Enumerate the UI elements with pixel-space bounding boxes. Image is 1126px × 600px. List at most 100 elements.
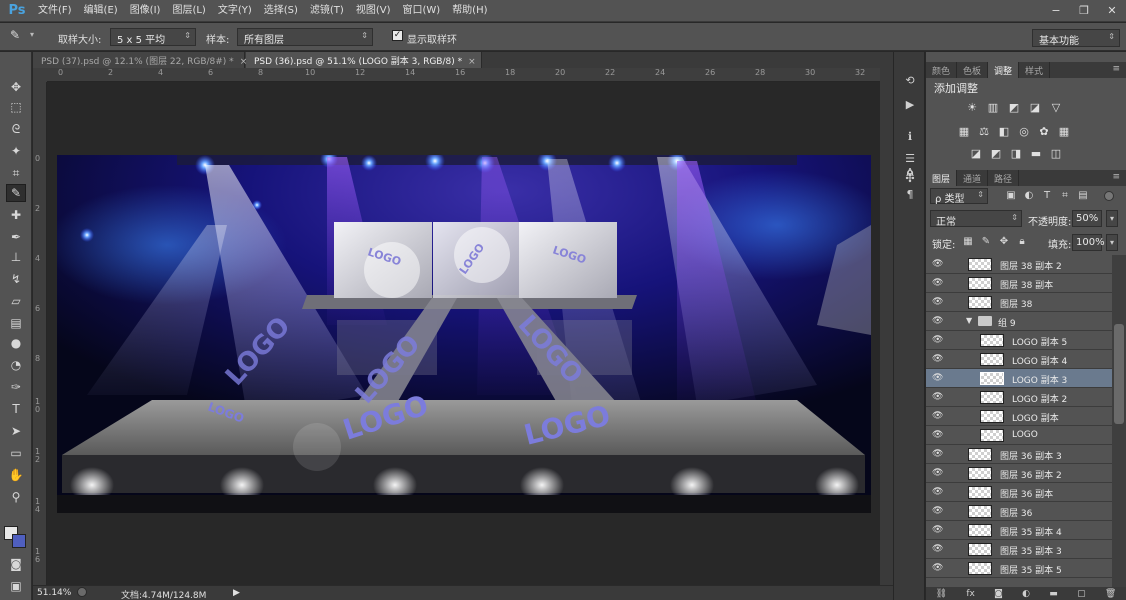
- brightness-icon[interactable]: ☀: [964, 100, 980, 114]
- tab-styles[interactable]: 样式: [1019, 62, 1051, 78]
- menu-window[interactable]: 窗口(W): [396, 0, 446, 22]
- photo-filter-icon[interactable]: ◎: [1016, 124, 1032, 138]
- tab-swatches[interactable]: 色板: [957, 62, 989, 78]
- filter-adjustment-icon[interactable]: ◐: [1022, 190, 1036, 202]
- layer-group-row[interactable]: 👁︎ ▼ 组 9: [926, 312, 1112, 331]
- marquee-tool-icon[interactable]: ⬚: [6, 98, 26, 116]
- background-color-swatch[interactable]: [12, 534, 26, 548]
- tab-adjustments[interactable]: 调整: [988, 62, 1020, 78]
- layer-row[interactable]: 👁︎ 图层 35 副本 5: [926, 559, 1112, 578]
- visibility-eye-icon[interactable]: 👁︎: [932, 564, 944, 573]
- panel-menu-icon[interactable]: ≡: [1106, 62, 1126, 78]
- selective-color-icon[interactable]: ◫: [1048, 146, 1064, 160]
- menu-edit[interactable]: 编辑(E): [78, 0, 124, 22]
- pen-tool-icon[interactable]: ✑: [6, 378, 26, 396]
- stage-design-image[interactable]: LOGO LOGO LOGO LOGO LOGO LOGO LOGO LOGO …: [57, 155, 871, 513]
- lock-transparent-icon[interactable]: ▦: [962, 236, 974, 248]
- new-adjustment-icon[interactable]: ◐: [1022, 589, 1030, 599]
- rectangle-tool-icon[interactable]: ▭: [6, 444, 26, 462]
- visibility-eye-icon[interactable]: 👁︎: [932, 393, 944, 402]
- close-window-button[interactable]: ✕: [1098, 2, 1126, 18]
- clone-stamp-tool-icon[interactable]: ⊥: [6, 248, 26, 266]
- exposure-icon[interactable]: ◪: [1027, 100, 1043, 114]
- menu-type[interactable]: 文字(Y): [212, 0, 258, 22]
- invert-icon[interactable]: ◪: [968, 146, 984, 160]
- visibility-eye-icon[interactable]: 👁︎: [932, 298, 944, 307]
- character-icon[interactable]: A: [901, 164, 919, 180]
- vertical-ruler[interactable]: 0 2 4 6 8 1 0 1 2 1 4 1 6: [33, 82, 47, 585]
- workspace-select[interactable]: 基本功能 ⇕: [1032, 29, 1120, 47]
- filter-type-icon[interactable]: T: [1040, 190, 1054, 202]
- blend-mode-select[interactable]: 正常 ⇕: [930, 210, 1022, 228]
- opacity-dropdown-icon[interactable]: ▾: [1106, 210, 1118, 227]
- zoom-tool-icon[interactable]: ⚲: [6, 488, 26, 506]
- layer-row[interactable]: 👁︎ 图层 35 副本 3: [926, 540, 1112, 559]
- lock-position-icon[interactable]: ✥: [998, 236, 1010, 248]
- visibility-eye-icon[interactable]: 👁︎: [932, 431, 944, 440]
- fill-dropdown-icon[interactable]: ▾: [1106, 234, 1118, 251]
- color-balance-icon[interactable]: ⚖: [976, 124, 992, 138]
- visibility-eye-icon[interactable]: 👁︎: [932, 469, 944, 478]
- visibility-eye-icon[interactable]: 👁︎: [932, 279, 944, 288]
- tab-channels[interactable]: 通道: [957, 170, 989, 186]
- layer-row[interactable]: 👁︎ 图层 36: [926, 502, 1112, 521]
- layer-style-icon[interactable]: fx: [966, 589, 975, 599]
- dodge-tool-icon[interactable]: ◔: [6, 356, 26, 374]
- filter-smart-object-icon[interactable]: ▤: [1076, 190, 1090, 202]
- tab-layers[interactable]: 图层: [926, 170, 958, 186]
- healing-brush-tool-icon[interactable]: ✚: [6, 206, 26, 224]
- layer-row[interactable]: 👁︎ LOGO 副本 4: [926, 350, 1112, 369]
- menu-layer[interactable]: 图层(L): [166, 0, 211, 22]
- hand-tool-icon[interactable]: ✋: [6, 466, 26, 484]
- visibility-eye-icon[interactable]: 👁︎: [932, 260, 944, 269]
- sample-size-select[interactable]: 5 x 5 平均 ⇕: [110, 28, 196, 46]
- hue-saturation-icon[interactable]: ▦: [956, 124, 972, 138]
- posterize-icon[interactable]: ◩: [988, 146, 1004, 160]
- link-layers-icon[interactable]: ⛓: [936, 589, 947, 599]
- layer-row[interactable]: 👁︎ LOGO 副本: [926, 407, 1112, 426]
- filter-pixel-icon[interactable]: ▣: [1004, 190, 1018, 202]
- visibility-eye-icon[interactable]: 👁︎: [932, 526, 944, 535]
- lasso-tool-icon[interactable]: ᘓ: [6, 120, 26, 138]
- restore-button[interactable]: ❐: [1070, 2, 1098, 18]
- actions-play-icon[interactable]: ▶: [901, 96, 919, 112]
- layer-row[interactable]: 👁︎ 图层 36 副本 2: [926, 464, 1112, 483]
- color-lookup-icon[interactable]: ▦: [1056, 124, 1072, 138]
- eyedropper-tool-icon[interactable]: ✎: [6, 184, 26, 202]
- visibility-eye-icon[interactable]: 👁︎: [932, 488, 944, 497]
- lock-all-icon[interactable]: 🔒︎: [1016, 236, 1028, 248]
- gradient-map-icon[interactable]: ▬: [1028, 146, 1044, 160]
- chevron-down-icon[interactable]: ▾: [30, 30, 34, 39]
- close-tab-icon[interactable]: ×: [468, 57, 476, 67]
- layer-filter-select[interactable]: ρ 类型 ⇕: [930, 188, 988, 205]
- curves-icon[interactable]: ◩: [1006, 100, 1022, 114]
- tab-psd-37[interactable]: PSD (37).psd @ 12.1% (图层 22, RGB/8#) * ×: [33, 52, 247, 68]
- layer-row[interactable]: 👁︎ 图层 38 副本 2: [926, 255, 1112, 274]
- layer-row[interactable]: 👁︎ LOGO 副本 3: [926, 369, 1112, 388]
- sample-select[interactable]: 所有图层 ⇕: [237, 28, 373, 46]
- visibility-eye-icon[interactable]: 👁︎: [932, 355, 944, 364]
- layer-row[interactable]: 👁︎ 图层 38 副本: [926, 274, 1112, 293]
- black-white-icon[interactable]: ◧: [996, 124, 1012, 138]
- history-brush-tool-icon[interactable]: ↯: [6, 270, 26, 288]
- layer-row[interactable]: 👁︎ 图层 35 副本 4: [926, 521, 1112, 540]
- visibility-eye-icon[interactable]: 👁︎: [932, 412, 944, 421]
- menu-select[interactable]: 选择(S): [258, 0, 304, 22]
- levels-icon[interactable]: ▥: [985, 100, 1001, 114]
- menu-file[interactable]: 文件(F): [32, 0, 78, 22]
- quick-mask-icon[interactable]: ◙: [6, 555, 26, 573]
- eraser-tool-icon[interactable]: ▱: [6, 292, 26, 310]
- history-icon[interactable]: ⟲: [901, 72, 919, 88]
- visibility-eye-icon[interactable]: 👁︎: [932, 317, 944, 326]
- paragraph-icon[interactable]: ¶: [901, 186, 919, 202]
- visibility-eye-icon[interactable]: 👁︎: [932, 336, 944, 345]
- info-icon[interactable]: ℹ: [901, 128, 919, 144]
- ruler-corner[interactable]: [33, 68, 47, 82]
- magic-wand-tool-icon[interactable]: ✦: [6, 142, 26, 160]
- type-tool-icon[interactable]: T: [6, 400, 26, 418]
- layer-row[interactable]: 👁︎ 图层 36 副本 3: [926, 445, 1112, 464]
- tab-color[interactable]: 颜色: [926, 62, 958, 78]
- blur-tool-icon[interactable]: ●: [6, 334, 26, 352]
- eyedropper-preset-icon[interactable]: ✎: [10, 28, 28, 46]
- add-mask-icon[interactable]: ◙: [994, 589, 1003, 599]
